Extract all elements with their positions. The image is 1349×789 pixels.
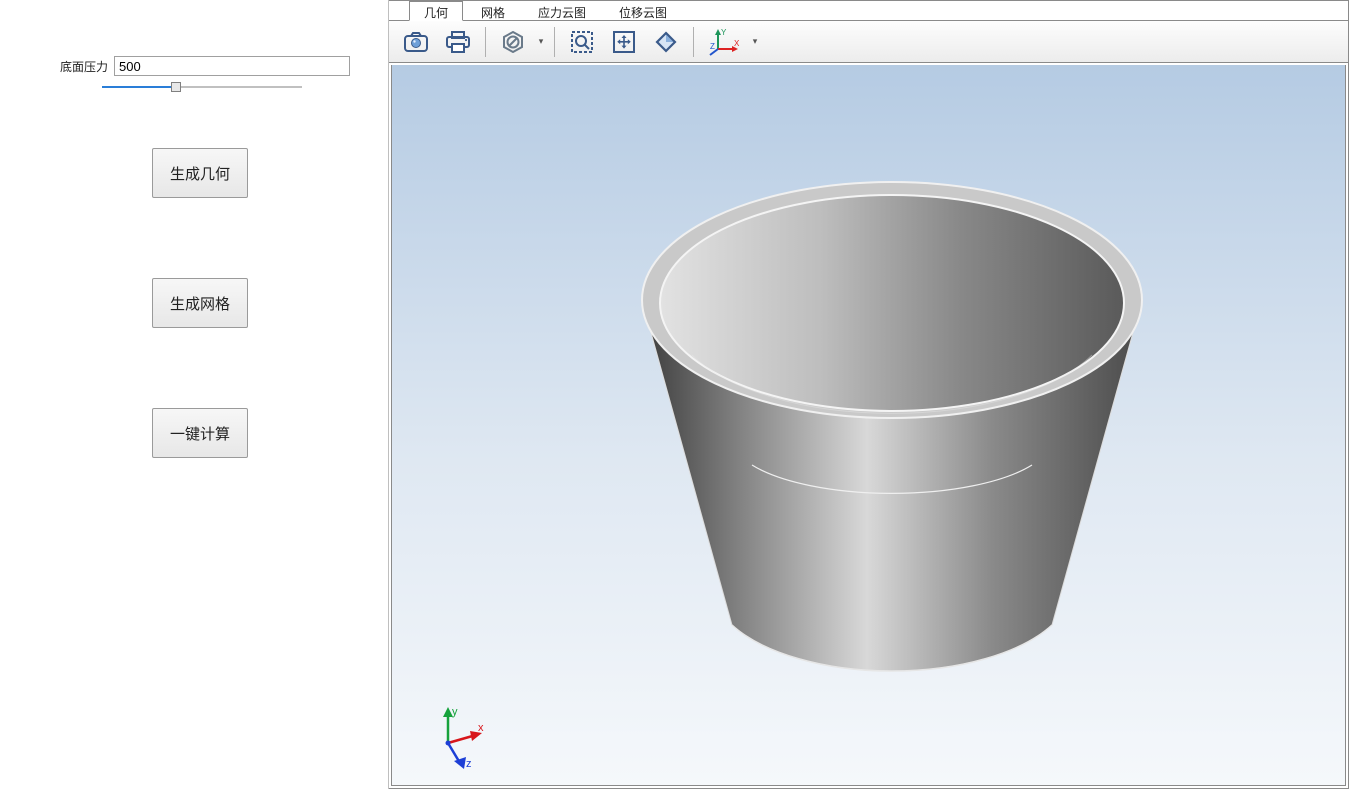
filter-dropdown[interactable]: ▾ xyxy=(534,25,548,59)
toolbar-separator xyxy=(554,27,555,57)
orientation-dropdown[interactable]: ▾ xyxy=(748,25,762,59)
tab-0[interactable]: 几何 xyxy=(409,1,463,21)
param-row: 底面压力 xyxy=(60,56,350,76)
pressure-slider[interactable] xyxy=(102,82,302,94)
pan-button[interactable] xyxy=(607,25,641,59)
fit-icon xyxy=(654,30,678,54)
svg-text:Z: Z xyxy=(710,42,715,51)
svg-text:y: y xyxy=(452,706,458,718)
tab-1[interactable]: 网格 xyxy=(466,1,520,20)
3d-viewport[interactable]: y x z xyxy=(391,65,1346,786)
filter-button[interactable] xyxy=(496,25,530,59)
viewport-toolbar: ▾ xyxy=(389,21,1348,63)
side-button-2[interactable]: 一键计算 xyxy=(152,408,248,458)
tab-2[interactable]: 应力云图 xyxy=(523,1,601,20)
tab-3[interactable]: 位移云图 xyxy=(604,1,682,20)
axis-gizmo: y x z xyxy=(418,701,488,771)
pressure-input[interactable] xyxy=(114,56,350,76)
toolbar-separator xyxy=(693,27,694,57)
svg-text:X: X xyxy=(734,39,740,48)
orientation-button[interactable]: Y X Z xyxy=(704,25,744,59)
print-icon xyxy=(445,31,471,53)
forbid-icon xyxy=(502,31,524,53)
camera-icon xyxy=(404,32,428,52)
tab-bar: 几何网格应力云图位移云图 xyxy=(389,1,1348,21)
right-area: 几何网格应力云图位移云图 xyxy=(389,0,1349,789)
svg-text:z: z xyxy=(466,758,472,770)
screenshot-button[interactable] xyxy=(399,25,433,59)
cylinder-model xyxy=(392,65,1346,785)
orient-icon: Y X Z xyxy=(708,27,740,57)
print-button[interactable] xyxy=(441,25,475,59)
side-button-0[interactable]: 生成几何 xyxy=(152,148,248,198)
toolbar-separator xyxy=(485,27,486,57)
side-button-1[interactable]: 生成网格 xyxy=(152,278,248,328)
left-panel: 底面压力 生成几何生成网格一键计算 xyxy=(0,0,389,789)
param-label: 底面压力 xyxy=(60,58,108,75)
svg-text:Y: Y xyxy=(721,28,727,37)
slider-fill xyxy=(102,86,176,88)
svg-text:x: x xyxy=(478,722,484,734)
fit-view-button[interactable] xyxy=(649,25,683,59)
slider-thumb[interactable] xyxy=(171,82,181,92)
zoom-box-icon xyxy=(570,30,594,54)
pan-icon xyxy=(612,30,636,54)
zoom-box-button[interactable] xyxy=(565,25,599,59)
